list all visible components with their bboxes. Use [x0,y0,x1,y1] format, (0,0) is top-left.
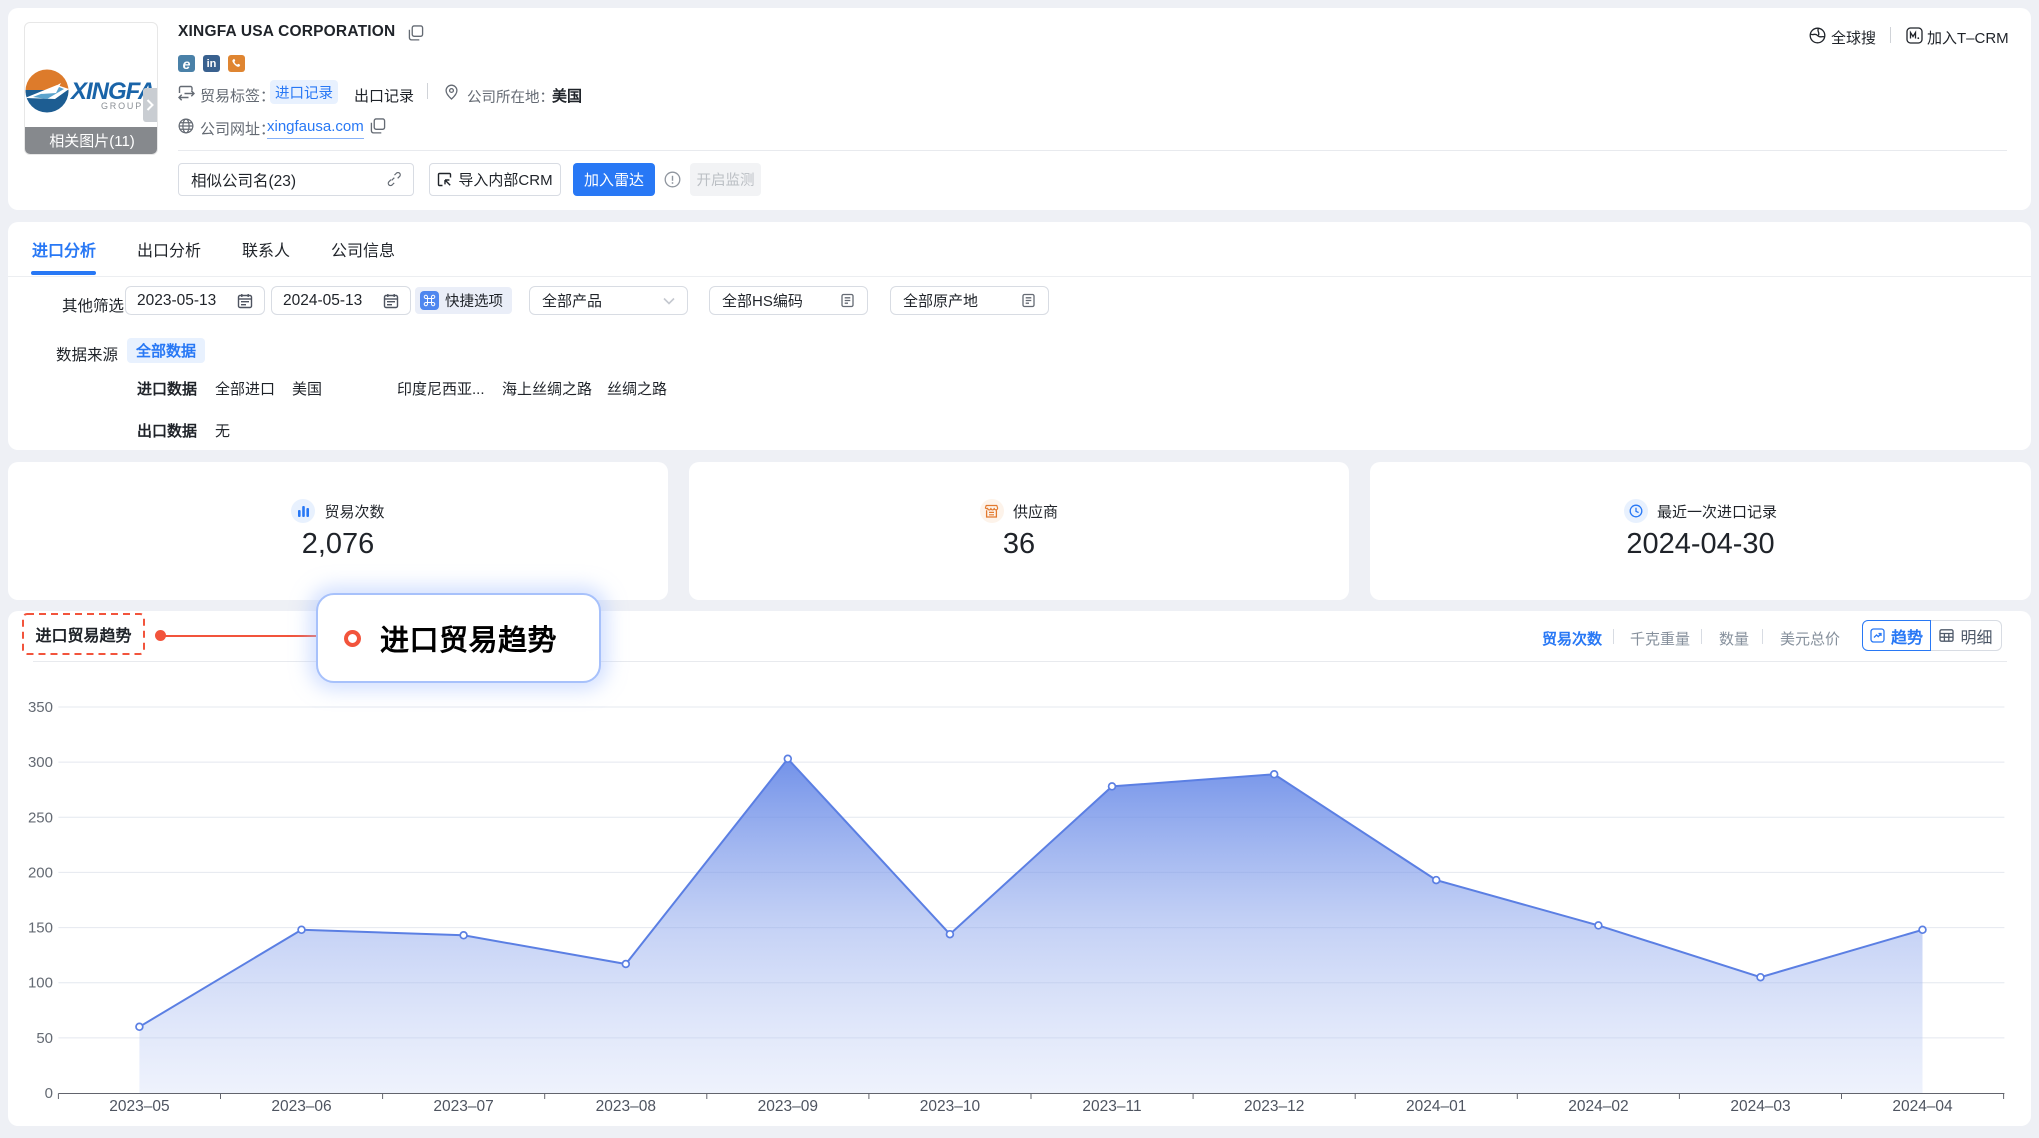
svg-text:200: 200 [28,864,53,881]
svg-text:2023–12: 2023–12 [1244,1098,1304,1115]
svg-text:100: 100 [28,975,53,992]
svg-text:GROUP: GROUP [101,101,143,111]
svg-text:2023–11: 2023–11 [1082,1098,1141,1115]
svg-text:2023–09: 2023–09 [758,1098,818,1115]
svg-text:2023–05: 2023–05 [109,1098,169,1115]
svg-text:2024–03: 2024–03 [1730,1098,1790,1115]
svg-text:2023–07: 2023–07 [433,1098,493,1115]
svg-text:2024–02: 2024–02 [1568,1098,1628,1115]
svg-text:150: 150 [28,920,53,937]
svg-text:2023–08: 2023–08 [596,1098,656,1115]
svg-text:2023–10: 2023–10 [920,1098,981,1115]
svg-text:250: 250 [28,809,53,826]
svg-text:2024–04: 2024–04 [1892,1098,1953,1115]
svg-text:50: 50 [36,1030,53,1047]
svg-text:350: 350 [28,699,53,716]
svg-text:2023–06: 2023–06 [271,1098,331,1115]
svg-text:300: 300 [28,754,53,771]
svg-text:0: 0 [45,1085,53,1102]
svg-text:2024–01: 2024–01 [1406,1098,1466,1115]
